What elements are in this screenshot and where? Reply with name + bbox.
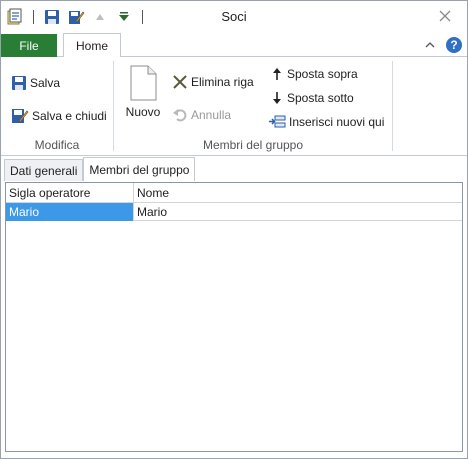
app-window: Soci File Home ? Salva Salva e chiudi Mo… — [0, 0, 468, 459]
undo-icon — [173, 109, 187, 122]
arrow-up-icon — [273, 68, 281, 80]
group-label-membri: Membri del gruppo — [202, 138, 304, 152]
cell-sigla[interactable]: Mario — [6, 203, 134, 221]
undo-button[interactable]: Annulla — [172, 107, 231, 123]
close-icon[interactable] — [435, 6, 455, 26]
ribbon-tab-row: File Home ? — [1, 32, 467, 58]
save-icon — [12, 76, 26, 90]
group-membri: Nuovo Elimina riga Annulla Sposta sopra … — [114, 57, 392, 155]
insert-rows-icon — [269, 115, 286, 128]
window-title: Soci — [221, 9, 247, 24]
ribbon-panel: Salva Salva e chiudi Modifica Nuovo Elim… — [1, 57, 467, 156]
collapse-ribbon-icon[interactable] — [421, 36, 439, 54]
content-area: Dati generali Membri del gruppo Sigla op… — [1, 156, 467, 458]
tab-home[interactable]: Home — [63, 33, 121, 58]
delete-row-label: Elimina riga — [191, 75, 254, 89]
arrow-down-icon — [273, 92, 281, 104]
group-label-modifica: Modifica — [34, 138, 80, 152]
members-grid: Sigla operatore Nome Mario Mario — [5, 182, 463, 452]
help-icon[interactable]: ? — [445, 36, 463, 54]
tab-dati-generali[interactable]: Dati generali — [4, 159, 84, 181]
undo-label: Annulla — [191, 108, 232, 122]
group-separator — [392, 61, 393, 151]
group-modifica: Salva Salva e chiudi Modifica — [1, 57, 113, 155]
insert-new-here-label: Inserisci nuovi qui — [289, 115, 385, 129]
move-down-button[interactable]: Sposta sotto — [270, 91, 354, 105]
insert-new-here-button[interactable]: Inserisci nuovi qui — [268, 114, 384, 130]
cell-nome[interactable]: Mario — [134, 203, 462, 221]
save-button[interactable]: Salva — [11, 75, 60, 91]
delete-row-button[interactable]: Elimina riga — [172, 74, 254, 90]
move-up-label: Sposta sopra — [287, 67, 358, 81]
save-label: Salva — [30, 76, 61, 90]
delete-x-icon — [173, 75, 187, 89]
column-header-sigla[interactable]: Sigla operatore — [6, 183, 134, 202]
tab-file[interactable]: File — [1, 34, 57, 57]
table-row[interactable]: Mario Mario — [6, 203, 462, 221]
move-down-label: Sposta sotto — [287, 91, 354, 105]
title-bar: Soci — [1, 1, 467, 32]
column-header-nome[interactable]: Nome — [134, 183, 462, 202]
content-tabs: Dati generali Membri del gruppo — [4, 157, 196, 181]
tab-membri-del-gruppo[interactable]: Membri del gruppo — [83, 157, 196, 181]
new-button[interactable]: Nuovo — [122, 65, 164, 119]
new-document-icon — [130, 65, 157, 101]
new-label: Nuovo — [125, 105, 161, 119]
move-up-button[interactable]: Sposta sopra — [270, 67, 358, 81]
svg-text:?: ? — [450, 38, 457, 52]
save-close-icon — [12, 109, 29, 123]
save-and-close-button[interactable]: Salva e chiudi — [11, 107, 107, 125]
save-and-close-label: Salva e chiudi — [32, 109, 107, 123]
grid-header: Sigla operatore Nome — [6, 183, 462, 203]
